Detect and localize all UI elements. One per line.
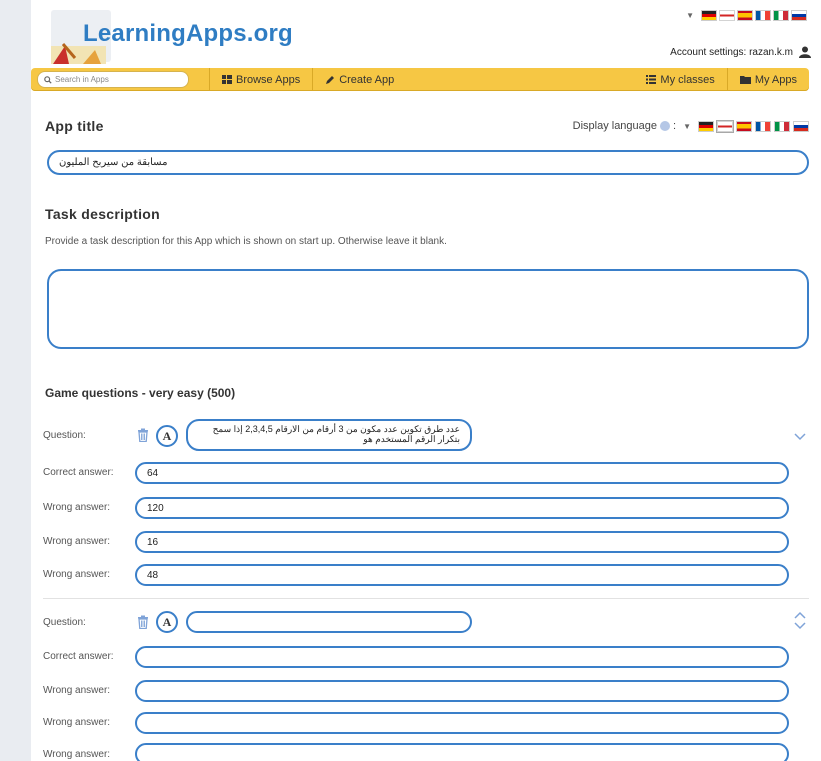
wrong-answer-label: Wrong answer:	[43, 502, 111, 513]
grid-icon	[222, 75, 232, 84]
page: LearningApps.org ▼ Account settings: raz…	[31, 0, 821, 761]
flag-fr-icon[interactable]	[755, 10, 771, 21]
wrong-answer-input-3[interactable]	[135, 743, 789, 761]
main-toolbar: Search in Apps Browse Apps Create App My…	[31, 68, 809, 91]
wrong-answer-input-2[interactable]	[135, 712, 789, 734]
correct-answer-label: Correct answer:	[43, 651, 114, 662]
flag-it-icon[interactable]	[774, 120, 790, 132]
create-app-label: Create App	[339, 73, 395, 86]
trash-icon[interactable]	[137, 428, 149, 442]
logo-text[interactable]: LearningApps.org	[83, 20, 293, 48]
correct-answer-input[interactable]: 64	[135, 462, 789, 484]
list-icon	[646, 75, 657, 84]
flag-ru-icon[interactable]	[793, 120, 809, 132]
correct-answer-label: Correct answer:	[43, 467, 114, 478]
wrong-answer-label: Wrong answer:	[43, 749, 111, 760]
flag-uk-icon[interactable]	[716, 119, 734, 133]
search-placeholder: Search in Apps	[55, 75, 109, 84]
my-classes-label: My classes	[660, 73, 715, 86]
wrong-answer-input-3[interactable]: 48	[135, 564, 789, 586]
browse-apps-button[interactable]: Browse Apps	[209, 68, 312, 91]
flag-ru-icon[interactable]	[791, 10, 807, 21]
flag-de-icon[interactable]	[701, 10, 717, 21]
task-description-textarea[interactable]	[47, 269, 809, 349]
display-language-label: Display language	[572, 120, 658, 132]
browse-apps-label: Browse Apps	[236, 73, 301, 86]
game-questions-heading: Game questions - very easy (500)	[45, 386, 236, 400]
chevron-down-icon[interactable]	[794, 433, 806, 441]
wrong-answer-label: Wrong answer:	[43, 717, 111, 728]
flag-es-icon[interactable]	[737, 10, 753, 21]
question-value: عدد طرق تكوين عدد مكون من 3 أرقام من الا…	[212, 424, 460, 444]
correct-answer-value: 64	[147, 467, 159, 479]
display-language: Display language : ▼	[572, 119, 809, 133]
question-input[interactable]: عدد طرق تكوين عدد مكون من 3 أرقام من الا…	[186, 419, 472, 451]
create-app-button[interactable]: Create App	[312, 68, 406, 91]
flag-es-icon[interactable]	[736, 120, 752, 132]
folder-icon	[739, 76, 751, 84]
correct-answer-input[interactable]	[135, 646, 789, 668]
chevron-down-icon[interactable]: ▼	[686, 11, 694, 20]
wrong-answer-input-1[interactable]: 120	[135, 497, 789, 519]
my-apps-label: My Apps	[754, 73, 797, 86]
wrong-answer-input-1[interactable]	[135, 680, 789, 702]
wrong-answer-input-2[interactable]: 16	[135, 531, 789, 553]
my-classes-button[interactable]: My classes	[634, 68, 726, 91]
language-flags: ▼	[686, 10, 807, 21]
app-title-input[interactable]: مسابقة من سيربح المليون	[47, 150, 809, 175]
account-settings[interactable]: Account settings: razan.k.m	[670, 46, 811, 58]
text-format-button[interactable]: A	[156, 425, 178, 447]
question-label: Question:	[43, 617, 86, 628]
flag-fr-icon[interactable]	[755, 120, 771, 132]
wrong-answer-value: 16	[147, 536, 159, 548]
header: LearningApps.org ▼ Account settings: raz…	[31, 0, 821, 68]
task-description-heading: Task description	[45, 206, 161, 222]
wrong-answer-value: 120	[147, 502, 164, 514]
app-title-value: مسابقة من سيربح المليون	[59, 157, 168, 168]
app-title-heading: App title	[45, 118, 104, 134]
display-language-sep: :	[673, 120, 677, 132]
chevron-down-icon[interactable]: ▼	[683, 122, 691, 131]
text-format-button[interactable]: A	[156, 611, 178, 633]
wrong-answer-label: Wrong answer:	[43, 536, 111, 547]
user-icon[interactable]	[799, 46, 811, 58]
question-divider	[43, 598, 809, 599]
flag-it-icon[interactable]	[773, 10, 789, 21]
trash-icon[interactable]	[137, 615, 149, 629]
help-icon[interactable]	[660, 121, 671, 131]
search-input[interactable]: Search in Apps	[37, 71, 189, 88]
search-icon	[44, 75, 52, 84]
chevron-up-icon[interactable]	[794, 611, 806, 619]
task-description-hint: Provide a task description for this App …	[45, 236, 447, 247]
chevron-down-icon[interactable]	[794, 622, 806, 630]
wrong-answer-value: 48	[147, 569, 159, 581]
flag-de-icon[interactable]	[698, 120, 714, 132]
wrong-answer-label: Wrong answer:	[43, 685, 111, 696]
wrong-answer-label: Wrong answer:	[43, 569, 111, 580]
question-label: Question:	[43, 430, 86, 441]
flag-uk-icon[interactable]	[719, 10, 735, 21]
account-label[interactable]: Account settings: razan.k.m	[670, 47, 793, 58]
question-input[interactable]	[186, 611, 472, 633]
my-apps-button[interactable]: My Apps	[726, 68, 809, 91]
pencil-icon	[326, 75, 335, 84]
